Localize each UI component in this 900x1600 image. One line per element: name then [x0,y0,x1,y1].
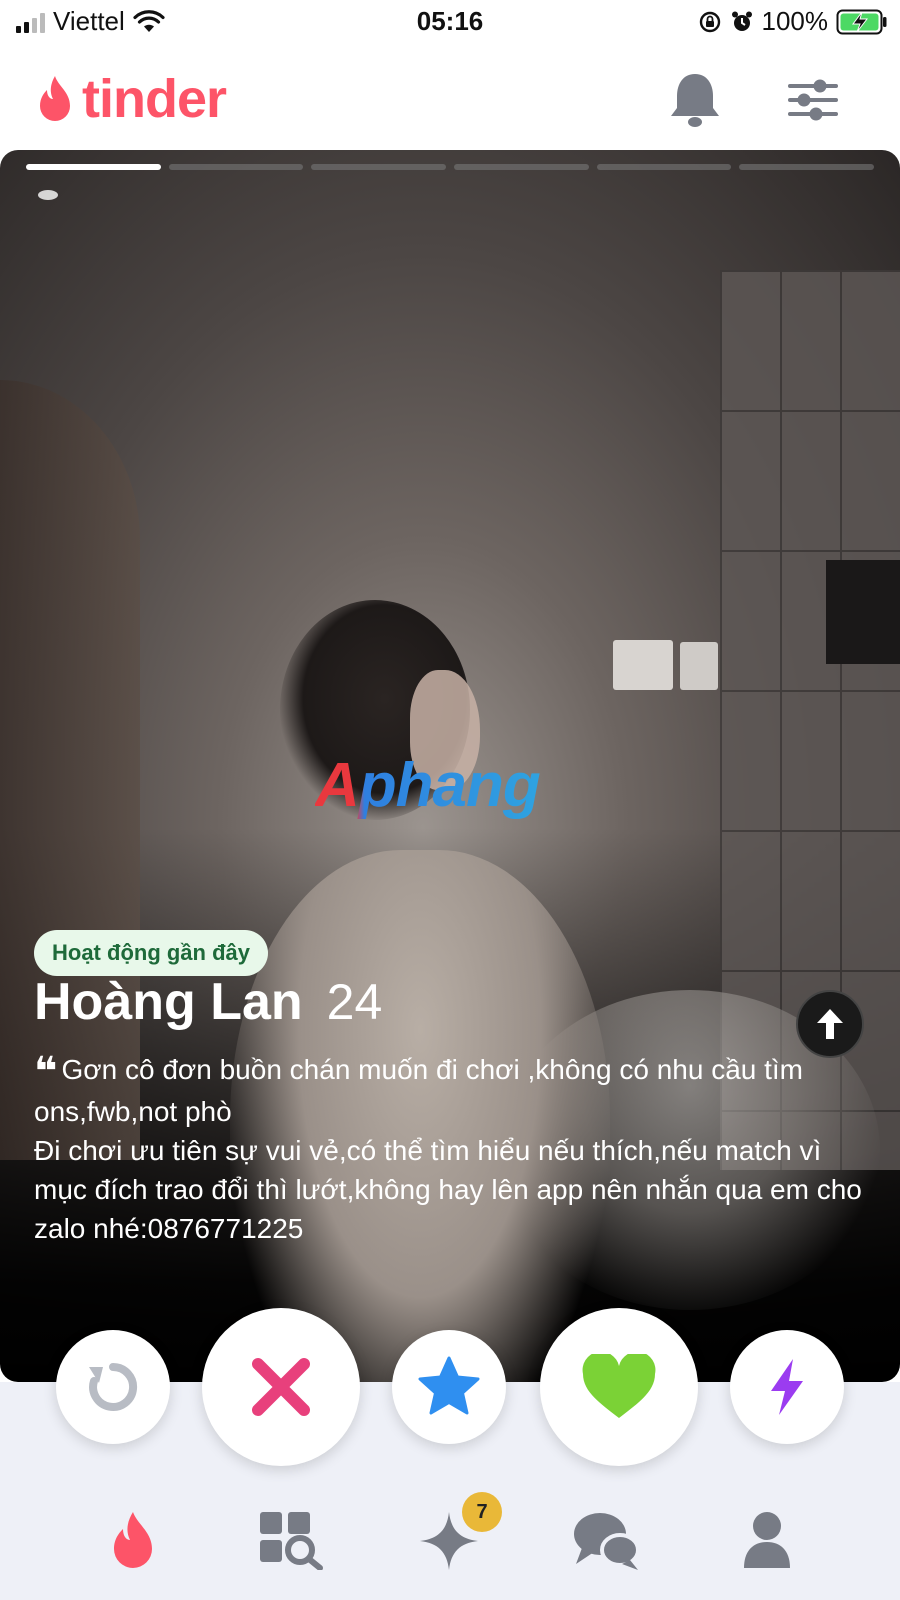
profile-age: 24 [326,974,383,1030]
chat-icon[interactable] [572,1510,642,1572]
profile-icon[interactable] [742,1510,792,1570]
photo-bg-light [38,190,58,200]
battery-percent: 100% [761,6,829,36]
filter-sliders-icon[interactable] [786,78,840,122]
rewind-icon [89,1362,138,1411]
nope-x-icon [252,1358,310,1416]
logo-text: tinder [82,69,227,129]
rotation-lock-icon [699,11,720,32]
photo-indicator-6[interactable] [739,164,875,170]
battery-charging-icon [836,9,887,34]
arrow-up-icon [817,1009,843,1039]
flame-logo-icon [40,76,70,121]
open-profile-button[interactable] [796,990,864,1058]
app-header: tinder [0,50,900,148]
photo-bg-switch [613,640,673,690]
rewind-button[interactable] [56,1330,170,1444]
likes-count-badge: 7 [462,1492,502,1532]
photo-indicator-3[interactable] [311,164,447,170]
bio-line-2: Đi chơi ưu tiên sự vui vẻ,có thể tìm hiể… [34,1135,862,1244]
profile-name: Hoàng Lan [34,973,303,1031]
watermark: Aphang [315,751,541,820]
photo-indicator-2[interactable] [168,164,304,170]
super-like-button[interactable] [392,1330,506,1444]
status-right: 100% [698,6,889,37]
recently-active-badge: Hoạt động gần đây [34,930,268,976]
super-like-star-icon [418,1356,480,1415]
photo-progress-bar [26,164,875,170]
flame-icon[interactable] [106,1510,160,1570]
photo-bg-arch [0,380,140,1160]
profile-card[interactable]: Aphang Hoạt động gần đây Hoàng Lan 24 ❝ G… [0,150,900,1382]
name-age-row: Hoàng Lan 24 [34,972,382,1032]
photo-bg-outlet [680,642,718,690]
explore-grid-icon[interactable] [258,1510,324,1570]
photo-bg-dispenser [826,560,900,664]
tinder-logo[interactable]: tinder [34,68,227,130]
photo-indicator-5[interactable] [596,164,732,170]
boost-button[interactable] [730,1330,844,1444]
status-bar: Viettel 05:16 100% [0,0,900,46]
like-heart-icon [582,1354,656,1418]
bio-line-1: Gơn cô đơn buồn chán muốn đi chơi ,không… [34,1054,804,1127]
nope-button[interactable] [202,1308,360,1466]
profile-bio: ❝ Gơn cô đơn buồn chán muốn đi chơi ,khôn… [34,1050,870,1248]
like-button[interactable] [540,1308,698,1466]
alarm-icon [731,11,752,31]
photo-indicator-4[interactable] [454,164,589,170]
boost-bolt-icon [771,1359,803,1415]
photo-indicator-1[interactable] [26,164,161,170]
bell-icon[interactable] [668,70,722,130]
quote-icon: ❝ [34,1050,58,1094]
